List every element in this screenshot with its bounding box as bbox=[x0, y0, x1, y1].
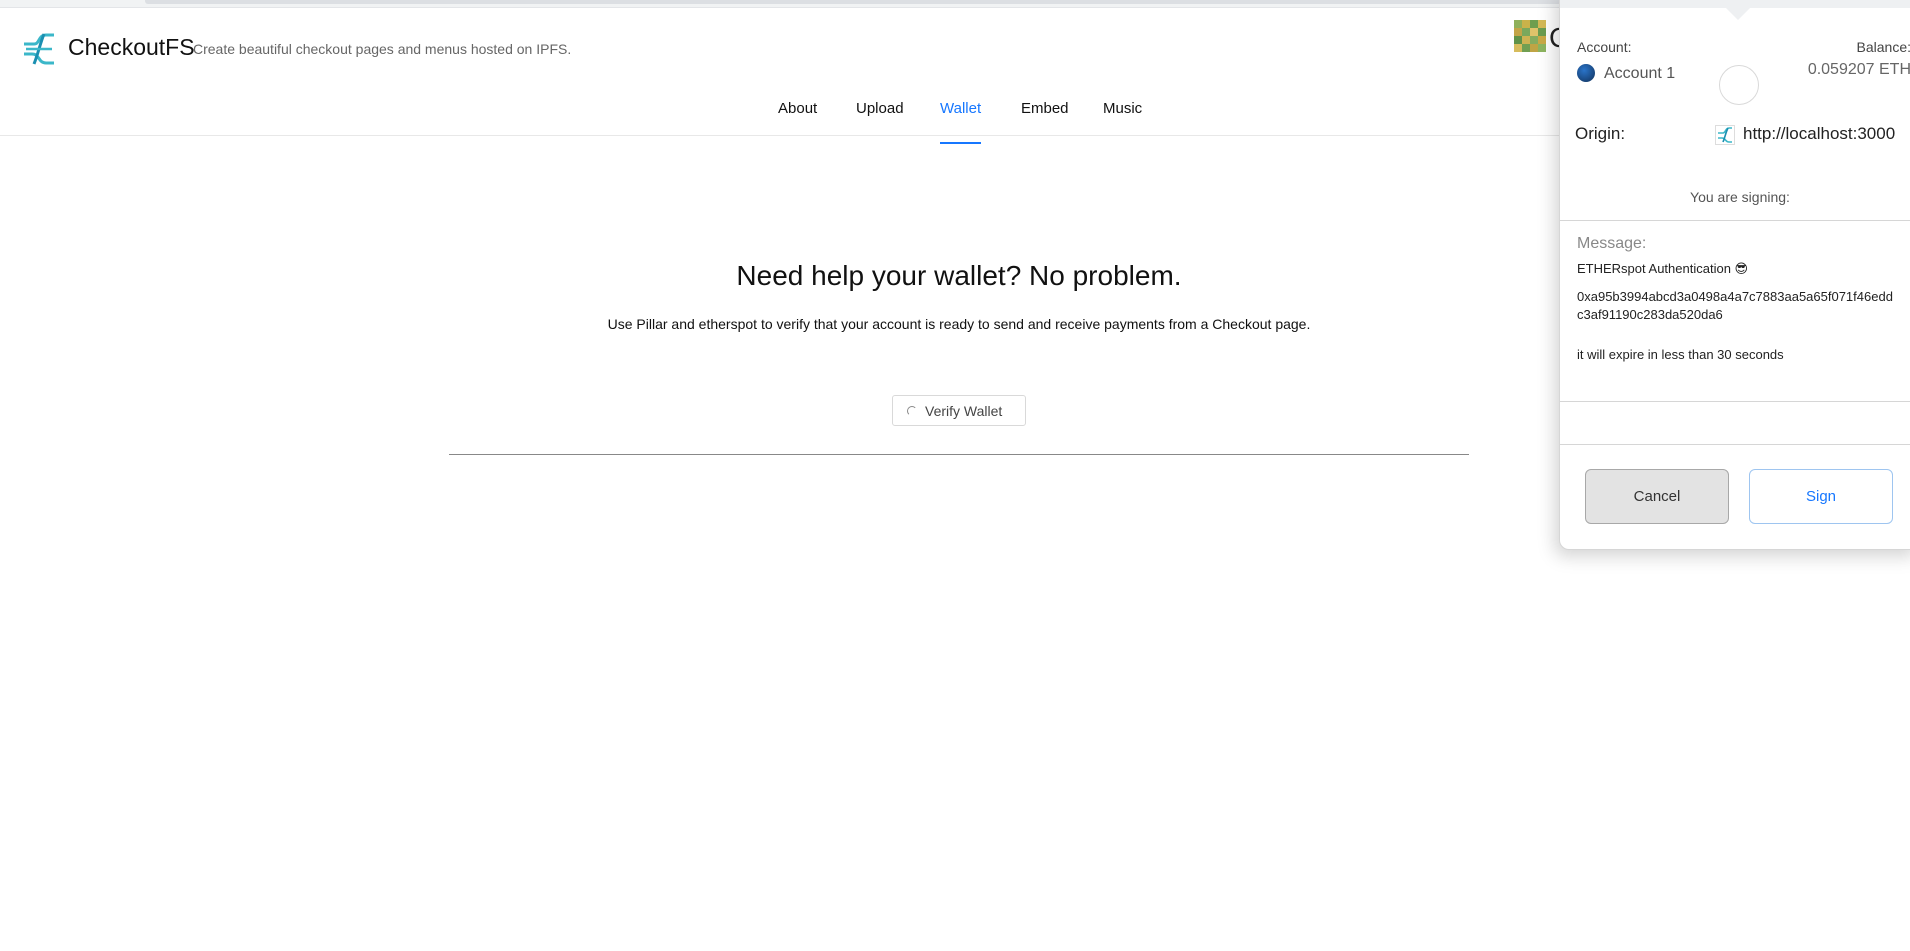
account-identicon bbox=[1577, 64, 1595, 82]
app-name[interactable]: CheckoutFS bbox=[68, 34, 195, 61]
nav-wallet[interactable]: Wallet bbox=[940, 100, 982, 144]
nav-embed[interactable]: Embed bbox=[1021, 100, 1069, 144]
popup-separator bbox=[1560, 444, 1910, 445]
message-expiry: it will expire in less than 30 seconds bbox=[1577, 347, 1784, 362]
site-favicon-icon bbox=[1715, 125, 1735, 145]
balance-value: 0.059207 ETH bbox=[1807, 61, 1910, 78]
signing-note: You are signing: bbox=[1690, 189, 1790, 205]
message-label: Message: bbox=[1577, 235, 1647, 252]
nav-upload[interactable]: Upload bbox=[856, 100, 904, 144]
origin-url: http://localhost:3000 bbox=[1743, 124, 1896, 143]
account-name: Account 1 bbox=[1604, 65, 1676, 82]
sign-button[interactable]: Sign bbox=[1749, 469, 1893, 524]
nav-about[interactable]: About bbox=[778, 100, 817, 144]
browser-tab-bar bbox=[145, 0, 1565, 4]
popup-title-bar bbox=[1560, 0, 1910, 8]
nav-music[interactable]: Music bbox=[1103, 100, 1142, 144]
account-label: Account: bbox=[1577, 39, 1632, 55]
loading-spinner-icon bbox=[907, 405, 917, 416]
message-hash: 0xa95b3994abcd3a0498a4a7c7883aa5a65f071f… bbox=[1577, 289, 1893, 322]
user-avatar-icon[interactable] bbox=[1514, 20, 1546, 52]
message-title: ETHERspot Authentication 😎 bbox=[1577, 261, 1749, 276]
signature-request-popup: Account: Balance: Account 1 0.059207 ETH… bbox=[1559, 0, 1910, 550]
message-box[interactable]: Message: ETHERspot Authentication 😎 0xa9… bbox=[1560, 220, 1910, 402]
verify-wallet-label: Verify Wallet bbox=[925, 402, 1003, 419]
checkoutfs-logo-icon[interactable] bbox=[20, 30, 58, 68]
balance-label: Balance: bbox=[1856, 39, 1910, 55]
popup-notch bbox=[1726, 8, 1750, 20]
verify-wallet-button[interactable]: Verify Wallet bbox=[892, 395, 1026, 426]
origin-label: Origin: bbox=[1575, 124, 1626, 143]
content-divider bbox=[449, 454, 1469, 455]
cancel-button[interactable]: Cancel bbox=[1585, 469, 1729, 524]
app-tagline: Create beautiful checkout pages and menu… bbox=[193, 41, 572, 57]
account-avatar-circle bbox=[1719, 65, 1759, 105]
